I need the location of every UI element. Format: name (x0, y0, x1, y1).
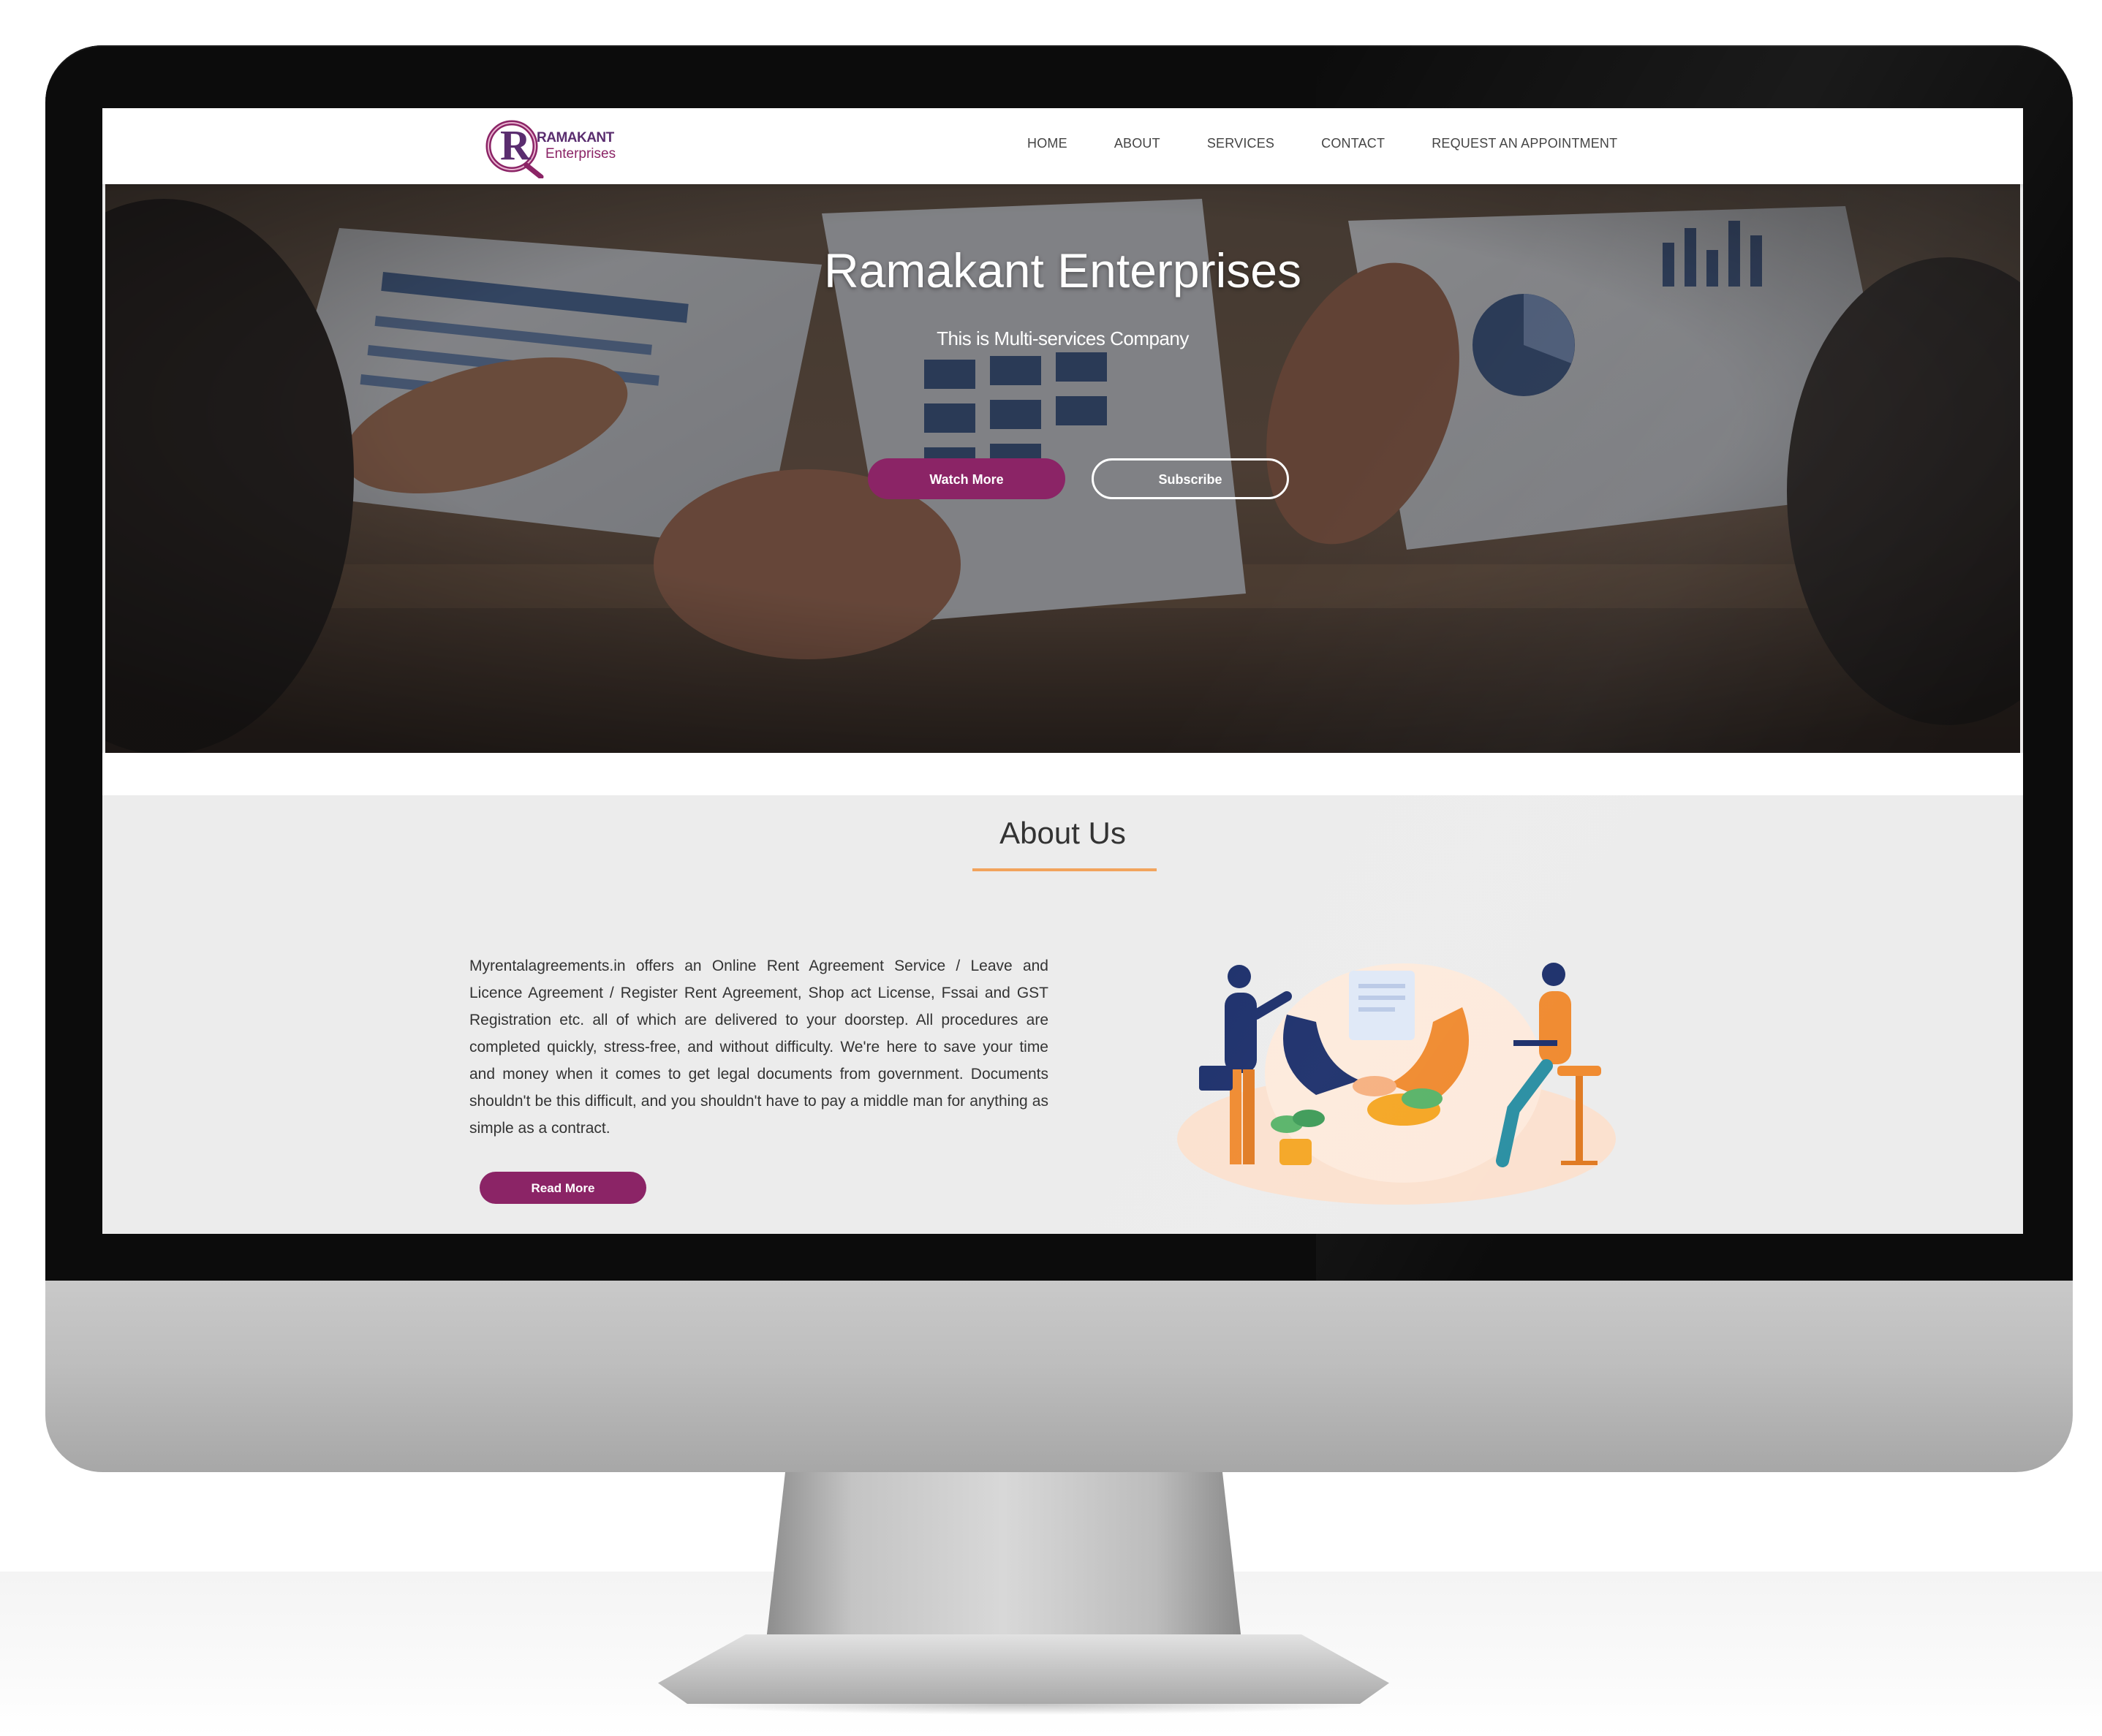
nav-menu: HOME ABOUT SERVICES CONTACT REQUEST AN A… (1027, 136, 1617, 151)
about-title-underline (972, 868, 1157, 871)
stage: R RAMAKANT Enterprises HOME ABOUT SERVIC… (0, 0, 2102, 1736)
brand-logo[interactable]: R RAMAKANT Enterprises (483, 114, 629, 180)
subscribe-button[interactable]: Subscribe (1092, 458, 1289, 499)
section-gap (102, 753, 2023, 795)
nav-contact[interactable]: CONTACT (1321, 136, 1385, 151)
watch-more-button[interactable]: Watch More (868, 458, 1065, 499)
navbar: R RAMAKANT Enterprises HOME ABOUT SERVIC… (102, 108, 2023, 184)
about-section: About Us Myrentalagreements.in offers an… (102, 795, 2023, 1234)
logo-letter: R (500, 121, 531, 169)
logo-line1: RAMAKANT (537, 130, 614, 145)
monitor-screen: R RAMAKANT Enterprises HOME ABOUT SERVIC… (102, 108, 2023, 1234)
logo-line2: Enterprises (545, 146, 616, 162)
monitor-stand-base (658, 1634, 1389, 1704)
nav-about[interactable]: ABOUT (1114, 136, 1160, 151)
nav-services[interactable]: SERVICES (1207, 136, 1274, 151)
hero-subtitle: This is Multi-services Company (937, 327, 1189, 349)
read-more-button[interactable]: Read More (480, 1172, 646, 1204)
nav-home[interactable]: HOME (1027, 136, 1067, 151)
monitor-stand-neck (766, 1472, 1241, 1640)
hero-title: Ramakant Enterprises (824, 243, 1301, 297)
handshake-illustration (1177, 963, 1616, 1205)
monitor-chin (45, 1281, 2073, 1472)
hero-banner: Ramakant Enterprises This is Multi-servi… (105, 184, 2020, 753)
nav-request-appointment[interactable]: REQUEST AN APPOINTMENT (1432, 136, 1617, 151)
about-title: About Us (999, 816, 1126, 850)
about-body: Myrentalagreements.in offers an Online R… (469, 958, 1048, 1137)
